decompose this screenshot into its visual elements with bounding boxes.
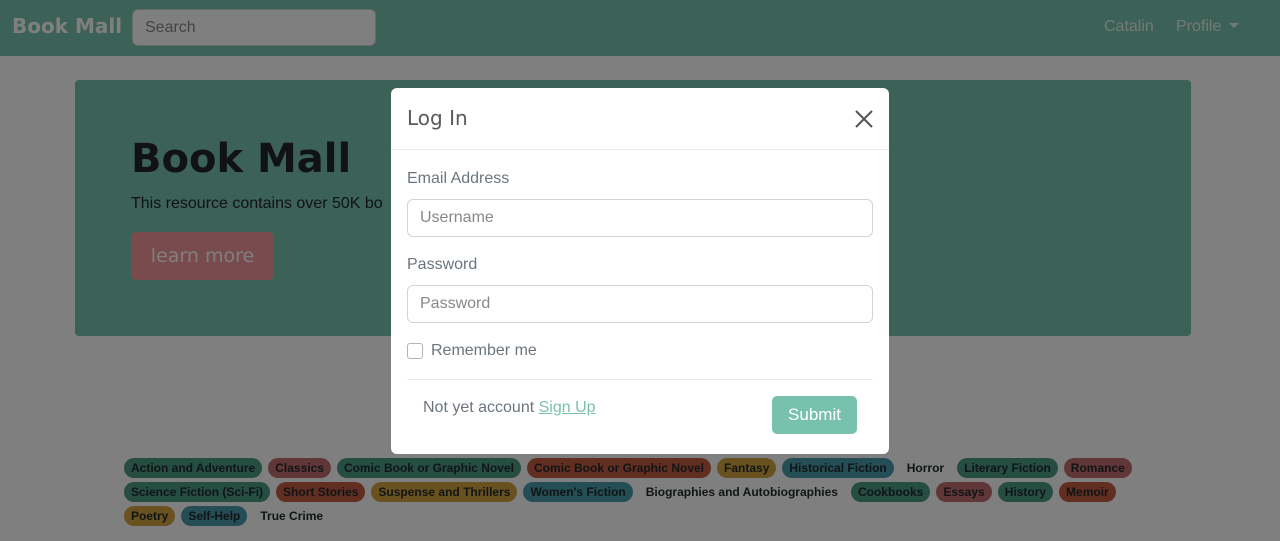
remember-me-label[interactable]: Remember me — [431, 342, 537, 360]
login-modal: Log In Email Address Password Remember m… — [391, 88, 889, 454]
modal-divider — [407, 379, 873, 380]
remember-me-checkbox[interactable] — [407, 343, 423, 359]
password-label: Password — [407, 256, 478, 273]
email-label: Email Address — [407, 170, 510, 187]
close-button[interactable] — [853, 108, 875, 130]
signup-link[interactable]: Sign Up — [539, 399, 596, 416]
submit-button[interactable]: Submit — [772, 396, 857, 434]
password-field[interactable] — [407, 285, 873, 323]
modal-title: Log In — [407, 106, 468, 130]
signup-prompt: Not yet account Sign Up — [423, 399, 596, 417]
email-field[interactable] — [407, 199, 873, 237]
signup-text: Not yet account — [423, 399, 535, 416]
modal-header: Log In — [391, 88, 889, 150]
close-icon — [855, 110, 873, 128]
